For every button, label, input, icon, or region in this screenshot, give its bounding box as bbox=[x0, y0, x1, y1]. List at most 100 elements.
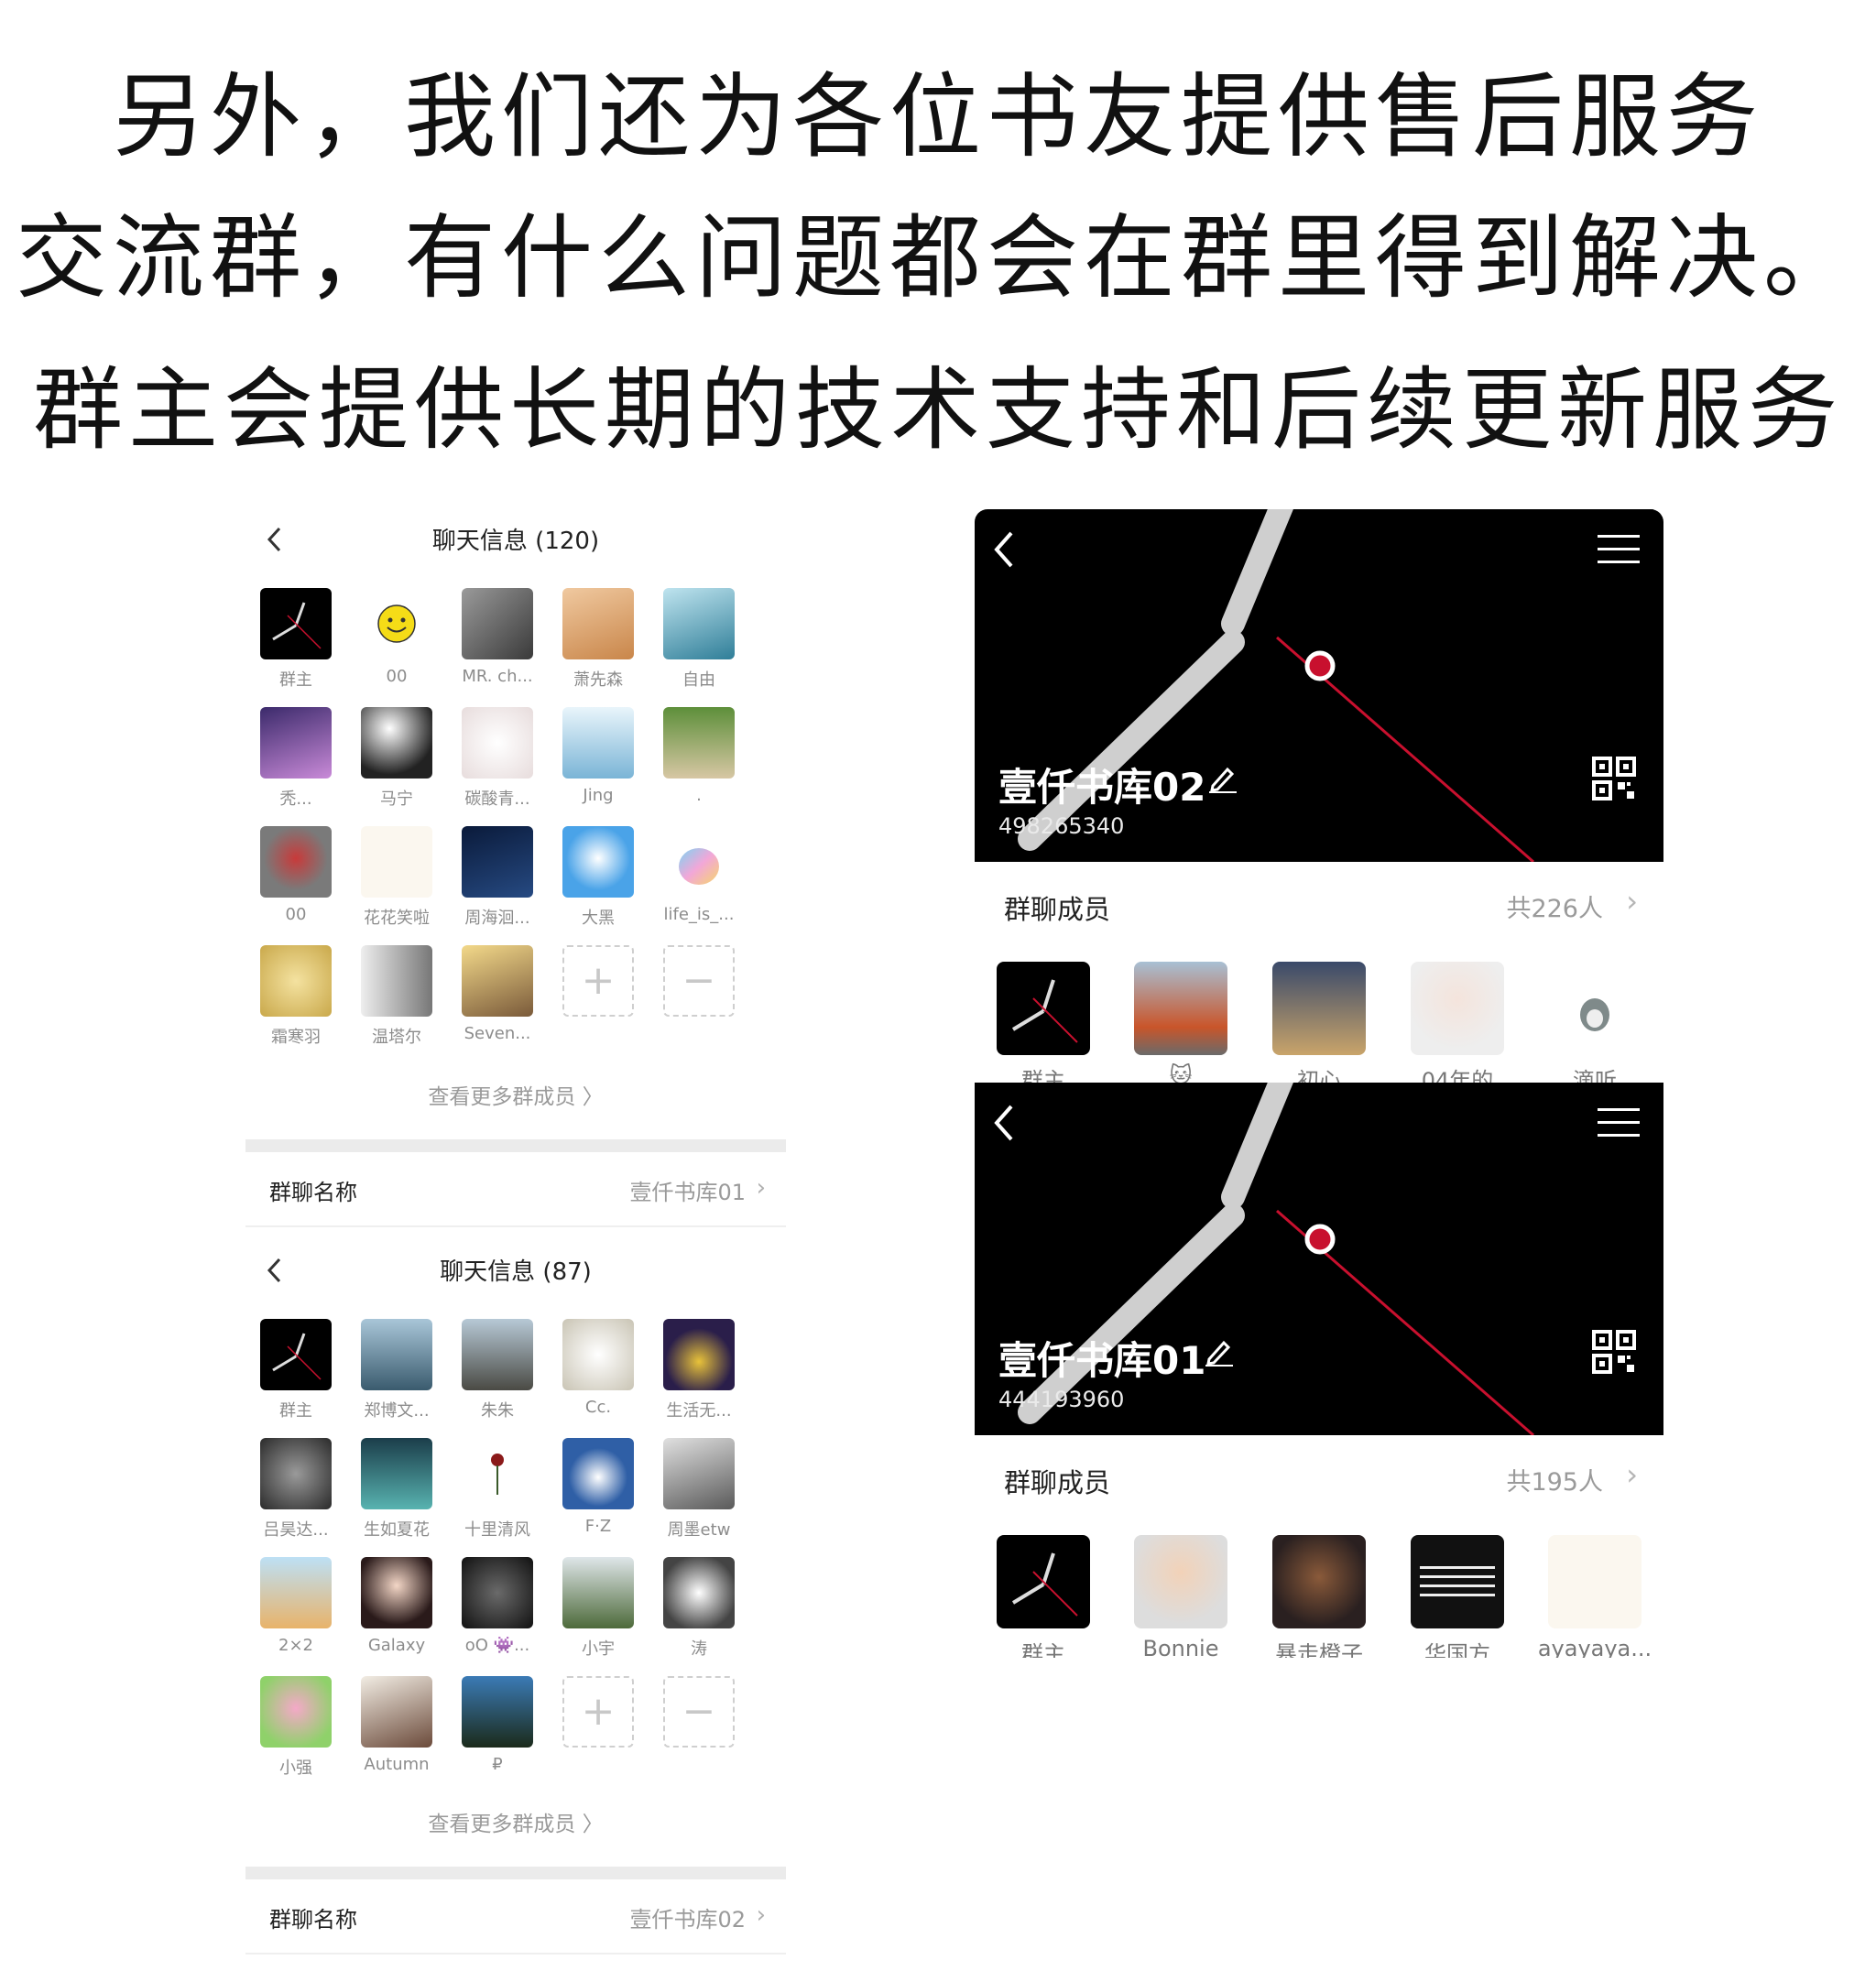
avatar[interactable] bbox=[1548, 1535, 1642, 1628]
member-name: 华国方 bbox=[1424, 1641, 1490, 1658]
member-item[interactable]: 周海洄... bbox=[452, 826, 543, 929]
member-item[interactable]: 自由 bbox=[653, 588, 745, 691]
edit-icon[interactable] bbox=[1204, 1335, 1235, 1367]
group-name: 壹仟书库02 bbox=[998, 765, 1206, 810]
menu-icon[interactable] bbox=[1598, 533, 1640, 566]
member-name: Cc. bbox=[584, 1398, 612, 1417]
member-item[interactable]: 朱朱 bbox=[452, 1319, 543, 1421]
avatar[interactable] bbox=[1134, 962, 1227, 1055]
minus-icon: − bbox=[663, 945, 735, 1017]
member-item[interactable]: 碳酸青... bbox=[452, 707, 543, 810]
member-item[interactable]: 生如夏花 bbox=[351, 1438, 442, 1541]
avatar[interactable] bbox=[997, 1535, 1090, 1628]
group-members-count[interactable]: 共195人 bbox=[1506, 1462, 1603, 1497]
member-item[interactable]: F·Z bbox=[552, 1438, 644, 1536]
member-item[interactable]: 郑博文... bbox=[351, 1319, 442, 1421]
member-item[interactable]: 00 bbox=[250, 826, 342, 924]
avatar bbox=[462, 1319, 533, 1390]
member-item[interactable]: MR. ch... bbox=[452, 588, 543, 686]
chevron-right-icon[interactable]: › bbox=[1626, 1460, 1638, 1489]
member-item[interactable]: 涛 bbox=[653, 1557, 745, 1660]
group-id: 444193960 bbox=[998, 1387, 1125, 1412]
page-title: 聊天信息 (87) bbox=[440, 1258, 592, 1286]
avatar bbox=[462, 1557, 533, 1628]
avatar[interactable] bbox=[1272, 962, 1366, 1055]
avatar bbox=[361, 945, 432, 1017]
group-name-row[interactable]: 群聊名称 壹仟书库01 › bbox=[245, 1154, 786, 1227]
member-item[interactable]: Cc. bbox=[552, 1319, 644, 1417]
member-item[interactable]: oO 👾... bbox=[452, 1557, 543, 1655]
avatar bbox=[562, 1438, 634, 1509]
member-item[interactable]: . bbox=[653, 707, 745, 805]
member-item[interactable]: 小强 bbox=[250, 1676, 342, 1779]
member-item[interactable]: 秃... bbox=[250, 707, 342, 810]
member-item[interactable]: life_is_... bbox=[653, 826, 745, 924]
member-item[interactable]: 大黑 bbox=[552, 826, 644, 929]
group-members-count[interactable]: 共226人 bbox=[1506, 888, 1603, 924]
avatar[interactable] bbox=[1134, 1535, 1227, 1628]
member-name: 2×2 bbox=[278, 1636, 313, 1655]
member-item[interactable]: 群主 bbox=[250, 588, 342, 691]
member-item[interactable]: 00 bbox=[351, 588, 442, 686]
avatar bbox=[361, 1438, 432, 1509]
member-item[interactable]: 马宁 bbox=[351, 707, 442, 810]
member-item[interactable]: 周墨etw bbox=[653, 1438, 745, 1541]
group-name-row[interactable]: 群聊名称 壹仟书库02 › bbox=[245, 1881, 786, 1955]
add-member-button[interactable]: + bbox=[552, 945, 644, 1017]
group-cover: 壹仟书库02 498265340 bbox=[975, 509, 1663, 862]
member-name: 群主 bbox=[1021, 1068, 1065, 1084]
menu-icon[interactable] bbox=[1598, 1106, 1640, 1139]
member-item[interactable]: 2×2 bbox=[250, 1557, 342, 1655]
member-item[interactable]: 生活无... bbox=[653, 1319, 745, 1421]
remove-member-button[interactable]: − bbox=[653, 1676, 745, 1748]
member-name: ₽ bbox=[492, 1755, 503, 1774]
avatar[interactable] bbox=[997, 962, 1090, 1055]
member-item[interactable]: 群主 bbox=[250, 1319, 342, 1421]
add-member-button[interactable]: + bbox=[552, 1676, 644, 1748]
view-more-members-link[interactable]: 查看更多群成员 〉 bbox=[245, 1079, 786, 1110]
member-item[interactable]: Seven... bbox=[452, 945, 543, 1043]
member-name: Galaxy bbox=[367, 1636, 426, 1655]
chevron-right-icon[interactable]: › bbox=[1626, 887, 1638, 916]
edit-icon[interactable] bbox=[1207, 762, 1238, 793]
member-item[interactable]: ₽ bbox=[452, 1676, 543, 1774]
member-item[interactable]: 霜寒羽 bbox=[250, 945, 342, 1048]
avatar[interactable] bbox=[1411, 1535, 1504, 1628]
view-more-members-link[interactable]: 查看更多群成员 〉 bbox=[245, 1806, 786, 1837]
avatar bbox=[361, 1557, 432, 1628]
avatar bbox=[462, 707, 533, 779]
member-name: . bbox=[696, 786, 702, 805]
member-item[interactable]: 十里清风 bbox=[452, 1438, 543, 1541]
member-item[interactable]: Galaxy bbox=[351, 1557, 442, 1655]
avatar[interactable] bbox=[1548, 962, 1642, 1055]
remove-member-button[interactable]: − bbox=[653, 945, 745, 1017]
back-icon[interactable] bbox=[991, 1103, 1017, 1143]
chat-info-panel-a: 聊天信息 (120) 群主 00 MR. ch... 萧先森 自由 秃... 马… bbox=[245, 515, 786, 1233]
member-item[interactable]: 吕昊达... bbox=[250, 1438, 342, 1541]
qr-code-icon[interactable] bbox=[1592, 1330, 1636, 1374]
member-name: 滴听 bbox=[1573, 1068, 1617, 1084]
avatar[interactable] bbox=[1411, 962, 1504, 1055]
member-item[interactable]: Autumn bbox=[351, 1676, 442, 1774]
page-title: 聊天信息 (120) bbox=[431, 528, 600, 555]
member-name: 生如夏花 bbox=[364, 1520, 430, 1540]
avatar bbox=[663, 707, 735, 779]
avatar bbox=[260, 588, 332, 659]
avatar bbox=[462, 1438, 533, 1509]
member-item[interactable]: 温塔尔 bbox=[351, 945, 442, 1048]
member-item[interactable]: 花花笑啦 bbox=[351, 826, 442, 929]
member-item[interactable]: Jing bbox=[552, 707, 644, 805]
divider bbox=[245, 1139, 786, 1152]
member-name: Autumn bbox=[364, 1755, 430, 1774]
handwritten-line-1: 另外，我们还为各位书友提供售后服务 bbox=[113, 63, 1763, 170]
avatar[interactable] bbox=[1272, 1535, 1366, 1628]
qr-code-icon[interactable] bbox=[1592, 757, 1636, 800]
avatar bbox=[663, 588, 735, 659]
member-item[interactable]: 小宇 bbox=[552, 1557, 644, 1660]
member-name: 初心 bbox=[1297, 1068, 1341, 1084]
member-name: 马宁 bbox=[380, 789, 413, 809]
member-item[interactable]: 萧先森 bbox=[552, 588, 644, 691]
avatar bbox=[260, 1438, 332, 1509]
back-icon[interactable] bbox=[991, 529, 1017, 570]
group-profile-panel-d: 壹仟书库01 444193960 群聊成员 共195人 › 群主 Bonnie … bbox=[975, 1083, 1663, 1658]
